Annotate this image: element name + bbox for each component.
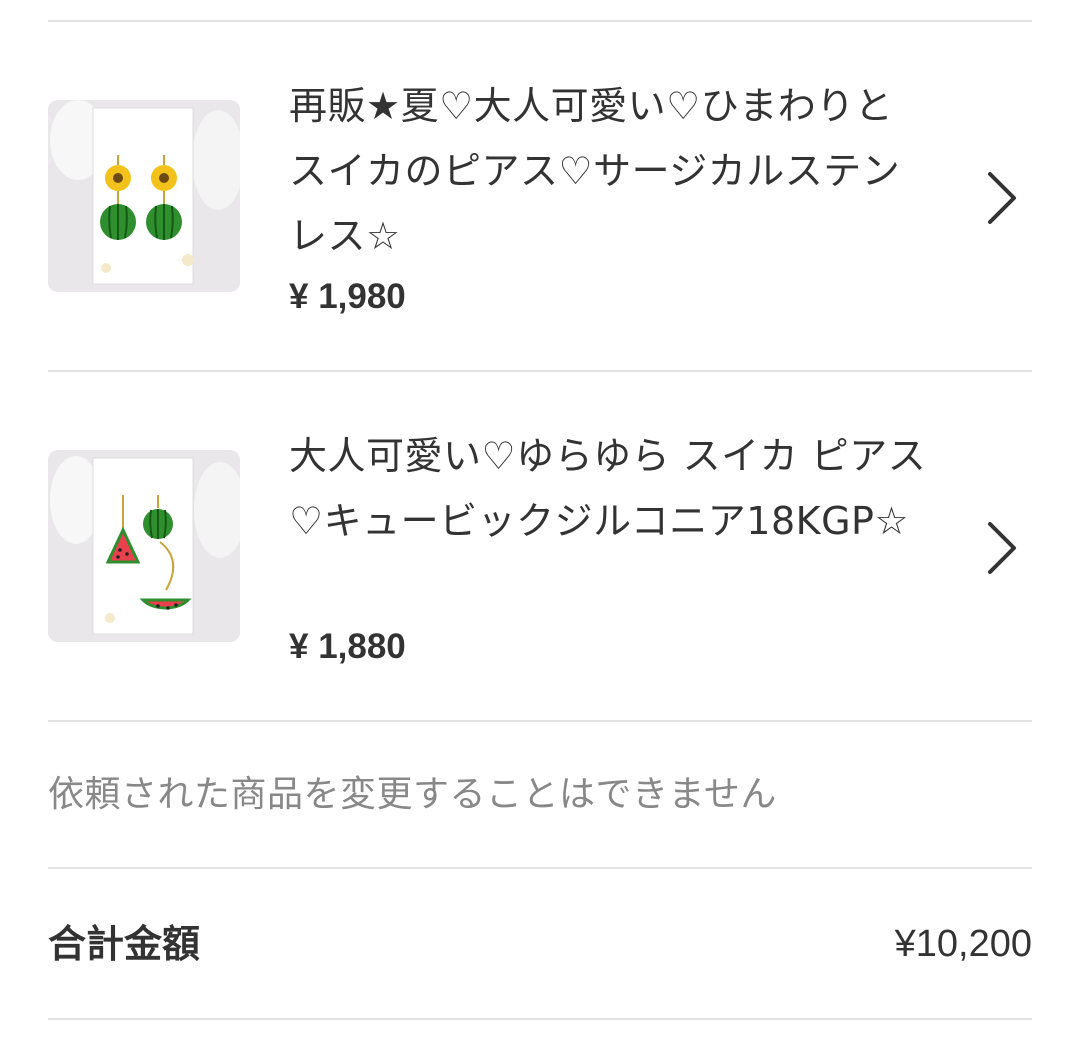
total-label: 合計金額 <box>48 922 201 966</box>
watermelon-slice-earrings-image <box>48 450 240 642</box>
item-2-thumbnail <box>48 450 240 642</box>
item-1-price: ¥ 1,980 <box>289 277 406 316</box>
chevron-right-icon[interactable] <box>984 170 1020 226</box>
order-item-2[interactable]: 大人可愛い♡ゆらゆら スイカ ピアス♡キュービックジルコニア18KGP☆ ¥ 1… <box>0 374 1080 720</box>
chevron-right-icon[interactable] <box>984 520 1020 576</box>
item-2-price: ¥ 1,880 <box>289 627 406 666</box>
total-value: ¥10,200 <box>894 923 1032 965</box>
item-divider <box>48 720 1032 722</box>
section-divider <box>48 867 1032 869</box>
item-2-title: 大人可愛い♡ゆらゆら スイカ ピアス♡キュービックジルコニア18KGP☆ <box>289 434 927 543</box>
item-1-thumbnail <box>48 100 240 292</box>
top-divider <box>48 20 1032 22</box>
change-not-allowed-notice: 依頼された商品を変更することはできません <box>48 774 777 815</box>
item-1-title: 再販★夏♡大人可愛い♡ひまわりとスイカのピアス♡サージカルステンレス☆ <box>289 84 901 258</box>
order-item-1[interactable]: 再販★夏♡大人可愛い♡ひまわりとスイカのピアス♡サージカルステンレス☆ ¥ 1,… <box>0 24 1080 370</box>
sunflower-watermelon-earrings-image <box>48 100 240 292</box>
bottom-divider <box>48 1018 1032 1020</box>
item-divider <box>48 370 1032 372</box>
